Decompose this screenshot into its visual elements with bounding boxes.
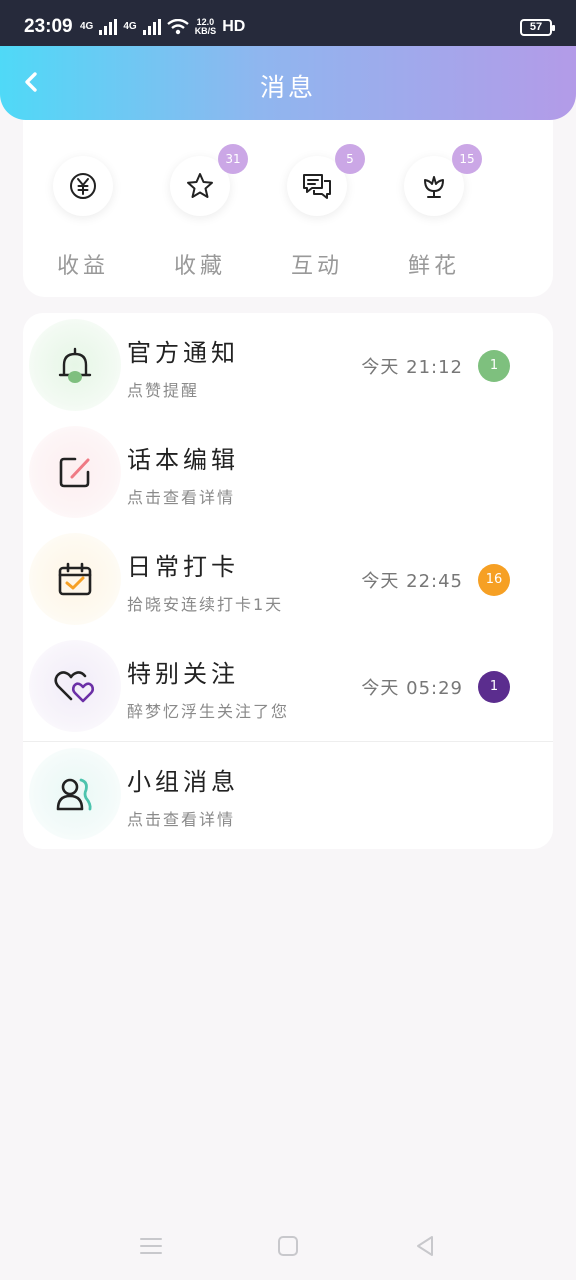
list-item-daily-checkin[interactable]: 日常打卡 拾晓安连续打卡1天 今天 22:45 16 [23,527,553,634]
message-title: 小组消息 [127,768,239,796]
quick-action-label: 互动 [290,254,343,279]
message-title: 官方通知 [127,339,239,367]
quick-action-label: 收藏 [173,254,226,279]
menu-icon [140,1238,162,1254]
group-icon [56,778,92,811]
unread-badge: 16 [478,564,510,596]
message-time: 今天 22:45 [361,571,463,592]
signal-icon [99,19,118,35]
flower-icon [424,176,444,198]
list-item-group-messages[interactable]: 小组消息 点击查看详情 [23,742,553,849]
hd-label: HD [222,18,246,35]
quick-actions-card: 收益 31 收藏 5 互动 15 鲜花 [23,108,553,297]
edit-icon [59,457,90,488]
network-speed: 12.0 KB/S [194,17,217,36]
triangle-back-icon [417,1236,433,1256]
battery-icon: 57 [520,19,555,36]
special-follow-icon-wrap [29,640,121,732]
flowers-badge: 15 [452,144,482,174]
menu-button[interactable] [137,1232,165,1260]
star-icon [187,173,213,198]
status-time: 23:09 [24,16,73,37]
official-notice-icon-wrap [29,319,121,411]
yuan-coin-icon [70,173,96,199]
message-subtitle: 点击查看详情 [127,488,236,507]
wifi-icon [166,19,189,35]
system-nav-bar [0,1210,576,1280]
message-title: 话本编辑 [127,446,239,474]
hearts-icon [54,671,95,703]
message-subtitle: 点赞提醒 [127,381,200,400]
back-nav-button[interactable] [411,1232,439,1260]
quick-action-earnings[interactable]: 收益 [23,108,143,297]
earnings-icon-circle [53,156,113,216]
favorites-badge: 31 [218,144,248,174]
message-title: 日常打卡 [127,553,239,581]
list-item-special-follow[interactable]: 特别关注 醉梦忆浮生关注了您 今天 05:29 1 [23,634,553,741]
home-square-icon [278,1236,298,1256]
home-button[interactable] [274,1232,302,1260]
network-4g-label-1: 4G [80,21,94,32]
bell-icon [58,347,92,383]
quick-action-flowers[interactable]: 15 鲜花 [374,108,494,297]
message-subtitle: 拾晓安连续打卡1天 [127,595,284,614]
quick-action-label: 收益 [56,254,109,279]
message-time: 今天 21:12 [361,357,463,378]
group-messages-icon-wrap [29,748,121,840]
header-bar: 消息 [0,46,576,120]
message-subtitle: 醉梦忆浮生关注了您 [127,702,290,721]
chat-bubbles-icon [303,174,331,199]
page-title: 消息 [259,73,316,102]
list-item-official-notice[interactable]: 官方通知 点赞提醒 今天 21:12 1 [23,313,553,420]
unread-badge: 1 [478,350,510,382]
calendar-check-icon [58,562,92,596]
interactions-badge: 5 [335,144,365,174]
signal-icon [142,19,161,35]
message-time: 今天 05:29 [361,678,463,699]
quick-action-favorites[interactable]: 31 收藏 [140,108,260,297]
quick-action-label: 鲜花 [407,254,460,279]
message-title: 特别关注 [127,660,239,688]
quick-action-interactions[interactable]: 5 互动 [257,108,377,297]
status-icons: 4G 4G 12.0 KB/S HD [80,16,245,38]
list-item-script-editor[interactable]: 话本编辑 点击查看详情 [23,420,553,527]
status-bar: 23:09 4G 4G 12.0 KB/S HD 57 [0,0,576,46]
network-4g-label-2: 4G [123,21,137,32]
message-list: 官方通知 点赞提醒 今天 21:12 1 话本编辑 点击查看详情 日常打卡 拾晓… [23,313,553,849]
script-editor-icon-wrap [29,426,121,518]
daily-checkin-icon-wrap [29,533,121,625]
message-subtitle: 点击查看详情 [127,810,236,829]
unread-badge: 1 [478,671,510,703]
